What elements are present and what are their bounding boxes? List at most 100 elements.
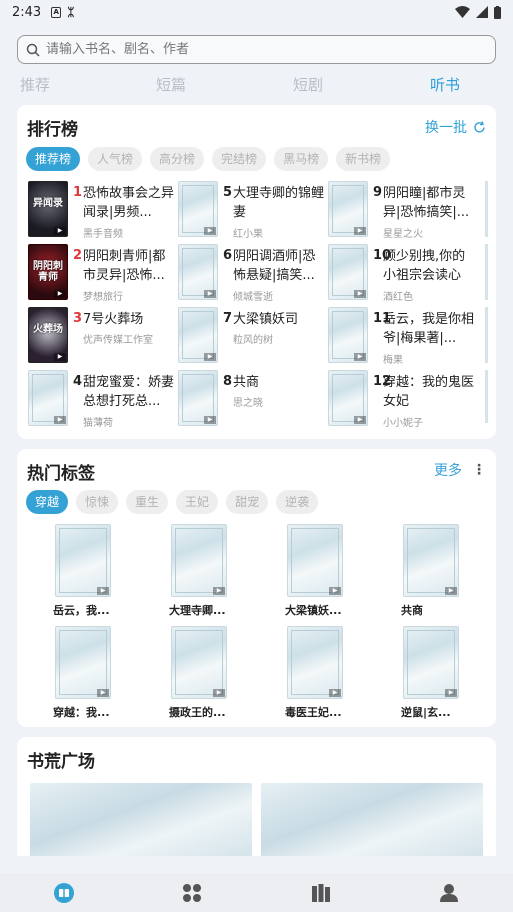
rank-author: 梦想旅行 [83,292,123,303]
rank-item[interactable]: ▶ 6 阴阳调酒师|恐怖悬疑|搞笑... 倾城雪逝 [178,244,328,303]
play-icon: ▶ [54,353,66,361]
pill-sweet[interactable]: 甜宠 [226,490,269,514]
pill-comeback[interactable]: 逆袭 [276,490,319,514]
play-icon: ▶ [354,290,366,298]
rank-item[interactable]: 阴阳刺青师 ▶ 2 阴阳刺青师|都市灵异|恐怖... 梦想旅行 [28,244,178,303]
refresh-icon [474,120,485,133]
rank-item[interactable]: ▶ 8 共商 思之晓 [178,370,328,428]
next-column-edge [485,181,488,423]
rank-author: 酒红色 [383,292,413,303]
book-cover: 阴阳刺青师 ▶ [28,244,68,300]
tag-book-item[interactable]: ▶ 大理寺卿... [157,524,247,620]
book-cover: ▶ [178,244,218,300]
book-cover: ▶ [171,626,227,699]
pill-rebirth[interactable]: 重生 [126,490,169,514]
category-tabs: 推荐 短篇 短剧 听书 [0,74,513,98]
rank-title: 阴阳刺青师|都市灵异|恐怖... [83,249,166,283]
plaza-title: 书荒广场 [27,752,95,772]
pill-princess[interactable]: 王妃 [176,490,219,514]
pill-time-travel[interactable]: 穿越 [26,490,69,514]
pill-popular[interactable]: 人气榜 [88,147,143,171]
rank-author: 猫薄荷 [83,418,113,429]
search-input[interactable] [46,42,466,57]
pill-high-score[interactable]: 高分榜 [150,147,205,171]
signal-icon [476,6,488,18]
wifi-icon [455,6,470,18]
rank-item[interactable]: ▶ 4 甜宠蜜爱：娇妻总想打死总... 猫薄荷 [28,370,178,429]
rank-item[interactable]: ▶ 12 穿越：我的鬼医女妃 小小妮子 [328,370,478,429]
tag-book-item[interactable]: ▶ 摄政王的... [157,626,247,722]
tag-book-title: 穿越：我... [53,706,110,719]
play-icon: ▶ [204,290,216,298]
tag-book-title: 摄政王的... [169,706,226,719]
search-bar[interactable] [17,35,496,64]
nav-discover[interactable] [128,873,256,912]
rank-item[interactable]: ▶ 7 大梁镇妖司 粒风的树 [178,307,328,365]
tag-book-title: 毒医王妃... [285,706,342,719]
play-icon: ▶ [97,587,109,595]
nav-profile[interactable] [385,873,513,912]
rank-number: 4 [73,374,83,389]
tab-short[interactable]: 短篇 [156,74,186,95]
rank-author: 红小果 [233,229,263,240]
book-cover: ▶ [171,524,227,597]
tag-book-title: 大理寺卿... [169,604,226,617]
book-cover: ▶ [328,370,368,426]
book-cover: ▶ [328,307,368,363]
book-cover: ▶ [403,626,459,699]
play-icon: ▶ [354,353,366,361]
tag-book-item[interactable]: ▶ 大梁镇妖... [273,524,363,620]
rank-item[interactable]: ▶ 10 顾少别拽,你的小祖宗会读心 酒红色 [328,244,478,303]
pill-dark-horse[interactable]: 黑马榜 [274,147,329,171]
rank-author: 小小妮子 [383,418,423,429]
rank-item[interactable]: 异闻录 ▶ 1 恐怖故事会之异闻录|男频... 黑手音频 [28,181,178,240]
ranking-pills: 推荐榜 人气榜 高分榜 完结榜 黑马榜 新书榜 [26,147,391,171]
tag-book-item[interactable]: ▶ 毒医王妃... [273,626,363,722]
notification-a-icon: A [51,6,62,18]
play-icon: ▶ [54,227,66,235]
rank-author: 黑手音频 [83,229,123,240]
book-icon [54,882,75,903]
tag-book-title: 共商 [401,604,423,617]
pill-thriller[interactable]: 惊悚 [76,490,119,514]
pill-new-book[interactable]: 新书榜 [336,147,391,171]
plaza-banner[interactable] [30,783,252,856]
tab-short-drama[interactable]: 短剧 [293,74,323,95]
nav-library[interactable] [257,873,385,912]
tag-pills: 穿越 惊悚 重生 王妃 甜宠 逆袭 [26,490,319,514]
tab-recommend[interactable]: 推荐 [20,74,50,95]
tab-audiobook[interactable]: 听书 [430,74,460,95]
book-cover: ▶ [178,181,218,237]
rank-item[interactable]: ▶ 5 大理寺卿的锦鲤妻 红小果 [178,181,328,240]
book-cover: ▶ [178,307,218,363]
rank-item[interactable]: ▶ 11 岳云，我是你相爷|梅果著|... 梅果 [328,307,478,366]
play-icon: ▶ [445,587,457,595]
rank-title: 顾少别拽,你的小祖宗会读心 [383,249,466,283]
book-cover: ▶ [403,524,459,597]
more-button[interactable]: 更多 ⋮ [434,460,486,480]
play-icon: ▶ [354,416,366,424]
rank-number: 3 [73,311,83,326]
overflow-menu-icon[interactable]: ⋮ [472,462,486,478]
plaza-banner[interactable] [261,783,483,856]
tag-book-item[interactable]: ▶ 岳云，我... [41,524,131,620]
grid-icon [183,883,202,902]
tag-book-item[interactable]: ▶ 逆鼠|玄... [389,626,479,722]
rank-title: 穿越：我的鬼医女妃 [383,375,475,409]
book-cover: ▶ [328,181,368,237]
rank-author: 倾城雪逝 [233,292,273,303]
pill-finished[interactable]: 完结榜 [212,147,267,171]
status-time: 2:43 [12,4,42,20]
rank-number: 9 [373,185,383,200]
tag-book-item[interactable]: ▶ 共商 [389,524,479,620]
tag-book-item[interactable]: ▶ 穿越：我... [41,626,131,722]
pill-recommend[interactable]: 推荐榜 [26,147,81,171]
book-cover: ▶ [55,626,111,699]
play-icon: ▶ [329,689,341,697]
nav-bookshelf[interactable] [0,873,128,912]
play-icon: ▶ [213,587,225,595]
user-icon [439,883,458,902]
rank-item[interactable]: ▶ 9 阴阳瞳|都市灵异|恐怖搞笑|... 星星之火 [328,181,478,240]
rank-item[interactable]: 火葬场 ▶ 3 7号火葬场 优声传媒工作室 [28,307,178,365]
refresh-button[interactable]: 换一批 [425,117,486,137]
